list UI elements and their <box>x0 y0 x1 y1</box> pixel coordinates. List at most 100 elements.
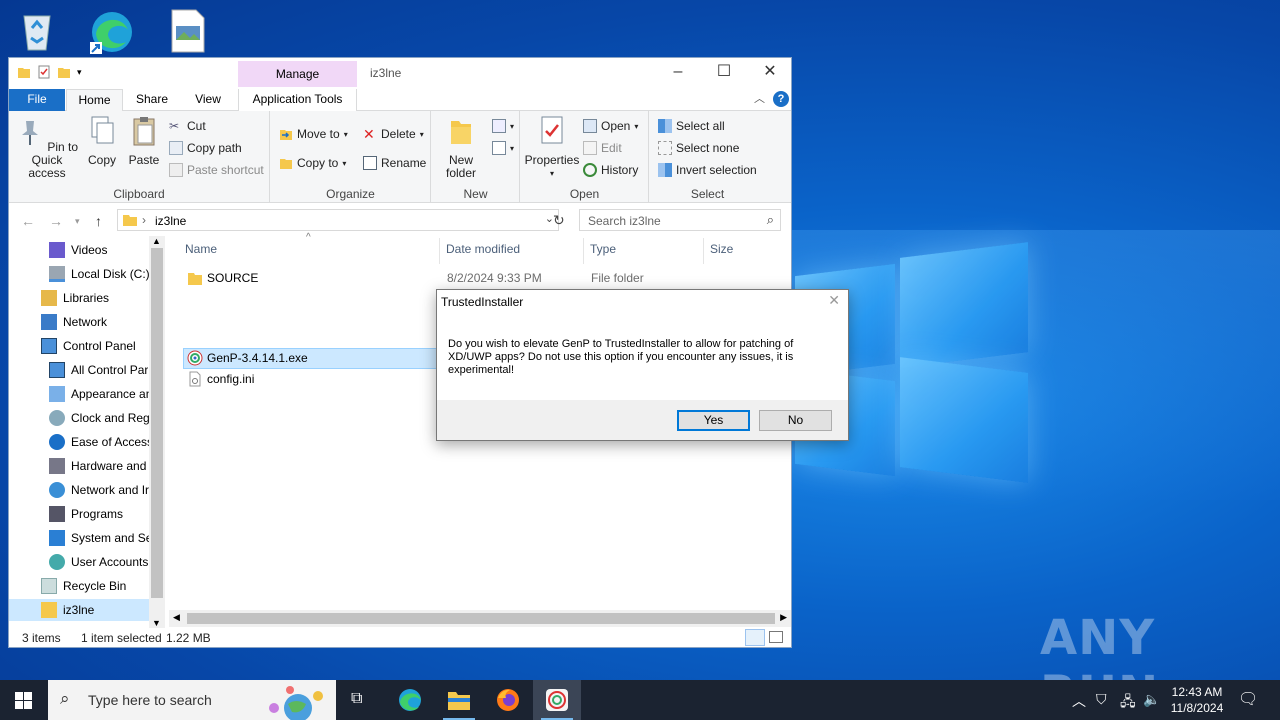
copy-path-button[interactable]: Copy path <box>169 141 242 155</box>
recycle-bin-icon[interactable] <box>14 8 60 54</box>
tab-view[interactable]: View <box>187 89 229 111</box>
nav-item-appearance[interactable]: Appearance an <box>49 383 152 405</box>
recent-locations-chevron-icon[interactable]: ▾ <box>75 216 80 227</box>
column-header-size[interactable]: Size <box>710 242 733 256</box>
tab-file[interactable]: File <box>9 89 65 111</box>
cut-button[interactable]: ✂ Cut <box>169 119 206 133</box>
start-windows-icon[interactable] <box>15 692 32 709</box>
nav-item-iz3lne[interactable]: iz3lne <box>9 599 149 621</box>
taskbar-edge[interactable] <box>386 680 434 720</box>
properties-button[interactable]: Properties ▾ <box>523 115 581 180</box>
invert-selection-button[interactable]: Invert selection <box>658 163 757 177</box>
nav-item-network-internet[interactable]: Network and Ir <box>49 479 149 501</box>
help-icon[interactable]: ? <box>773 91 789 107</box>
history-button[interactable]: History <box>583 163 638 177</box>
delete-button[interactable]: ✕ Delete ▾ <box>363 127 424 141</box>
manage-tab[interactable]: Manage <box>238 61 357 87</box>
easy-access-button[interactable]: ▾ <box>492 141 514 155</box>
copy-to-button[interactable]: Copy to ▾ <box>279 156 346 170</box>
nav-item-control-panel[interactable]: Control Panel <box>41 335 136 357</box>
rename-button[interactable]: Rename <box>363 156 426 170</box>
maximize-button[interactable]: ☐ <box>701 58 747 87</box>
collapse-ribbon-icon[interactable]: ︿ <box>754 90 765 106</box>
nav-item-videos[interactable]: Videos <box>49 239 107 261</box>
nav-item-system-security[interactable]: System and Sec <box>49 527 158 549</box>
network-tray-icon[interactable]: 🖧 <box>1120 691 1136 715</box>
notification-center-icon[interactable]: 🗨 <box>1238 689 1258 709</box>
search-input[interactable]: Search iz3lne <box>588 214 661 228</box>
horizontal-scrollbar[interactable]: ◀ ▶ <box>169 610 791 627</box>
taskbar-file-explorer[interactable] <box>435 680 483 720</box>
show-hidden-icons-chevron-icon[interactable]: ︿ <box>1072 691 1086 711</box>
sort-ascending-icon: ^ <box>306 232 311 243</box>
search-icon[interactable]: ⌕ <box>767 212 774 228</box>
breadcrumb[interactable]: iz3lne <box>155 214 186 228</box>
nav-item-local-disk[interactable]: Local Disk (C:) <box>49 263 150 285</box>
close-button[interactable]: ✕ <box>747 58 793 87</box>
column-header-name[interactable]: Name <box>185 242 217 256</box>
table-row[interactable]: GenP-3.4.14.1.exe <box>183 348 443 369</box>
new-folder-button[interactable]: New folder <box>438 115 484 180</box>
up-arrow-icon[interactable]: ↑ <box>95 213 102 229</box>
tab-home[interactable]: Home <box>66 89 123 111</box>
taskbar-genp[interactable] <box>533 680 581 720</box>
scroll-down-icon[interactable]: ▼ <box>152 618 161 628</box>
properties-icon[interactable] <box>37 65 51 79</box>
nav-item-programs[interactable]: Programs <box>49 503 123 525</box>
nav-item-hardware[interactable]: Hardware and <box>49 455 146 477</box>
new-folder-icon[interactable] <box>57 65 71 79</box>
open-button[interactable]: Open ▾ <box>583 119 638 133</box>
nav-item-recycle-bin[interactable]: Recycle Bin <box>41 575 126 597</box>
pin-quick-access-button[interactable]: Pin to Quick access <box>13 115 81 180</box>
table-row[interactable]: SOURCE 8/2/2024 9:33 PM File folder <box>183 268 783 289</box>
back-arrow-icon[interactable]: ← <box>21 213 35 229</box>
edge-shortcut-icon[interactable] <box>88 8 134 54</box>
column-header-date[interactable]: Date modified <box>446 242 520 256</box>
task-view-button[interactable]: ⧉ <box>336 680 384 720</box>
column-divider[interactable] <box>439 238 440 264</box>
paste-button[interactable]: Paste <box>127 115 161 167</box>
no-button[interactable]: No <box>759 410 832 431</box>
select-all-button[interactable]: Select all <box>658 119 725 133</box>
tab-application-tools[interactable]: Application Tools <box>238 89 357 111</box>
column-divider[interactable] <box>583 238 584 264</box>
tab-share[interactable]: Share <box>131 89 173 111</box>
nav-scrollbar[interactable]: ▲ ▼ <box>149 236 165 628</box>
nav-item-ease-of-access[interactable]: Ease of Access <box>49 431 153 453</box>
scrollbar-thumb[interactable] <box>187 613 775 624</box>
nav-item-all-control-panel[interactable]: All Control Par <box>49 359 148 381</box>
address-bar[interactable]: › iz3lne ⌄ <box>117 209 559 231</box>
dialog-close-icon[interactable]: ✕ <box>828 292 840 309</box>
large-icons-view-icon[interactable] <box>769 631 783 643</box>
edit-button[interactable]: Edit <box>583 141 622 155</box>
move-to-button[interactable]: Move to ▾ <box>279 127 348 141</box>
volume-tray-icon[interactable]: 🔈 <box>1143 691 1160 708</box>
yes-button[interactable]: Yes <box>677 410 750 431</box>
taskbar-firefox[interactable] <box>484 680 532 720</box>
nav-item-libraries[interactable]: Libraries <box>41 287 109 309</box>
paste-shortcut-button[interactable]: Paste shortcut <box>169 163 264 177</box>
scroll-right-icon[interactable]: ▶ <box>780 612 787 623</box>
taskbar-clock[interactable]: 12:43 AM 11/8/2024 <box>1168 684 1226 716</box>
search-box[interactable]: Search iz3lne ⌕ <box>579 209 781 231</box>
new-item-button[interactable]: ▾ <box>492 119 514 133</box>
image-file-icon[interactable] <box>164 8 210 54</box>
taskbar-search-box[interactable]: ⌕ Type here to search <box>48 680 336 720</box>
forward-arrow-icon[interactable]: → <box>49 213 63 229</box>
nav-item-clock-region[interactable]: Clock and Regi <box>49 407 152 429</box>
scrollbar-thumb[interactable] <box>151 248 163 598</box>
scroll-up-icon[interactable]: ▲ <box>152 236 161 246</box>
copy-button[interactable]: Copy <box>85 115 119 167</box>
refresh-icon[interactable]: ↻ <box>553 212 565 229</box>
nav-item-network[interactable]: Network <box>41 311 107 333</box>
column-header-type[interactable]: Type <box>590 242 616 256</box>
search-input[interactable]: Type here to search <box>88 692 212 708</box>
minimize-button[interactable]: – <box>655 58 701 87</box>
scroll-left-icon[interactable]: ◀ <box>173 612 180 623</box>
select-none-button[interactable]: Select none <box>658 141 739 155</box>
customize-qat-chevron-icon[interactable]: ▾ <box>77 67 82 78</box>
security-tray-icon[interactable]: ⛉ <box>1096 691 1107 708</box>
column-divider[interactable] <box>703 238 704 264</box>
details-view-icon[interactable] <box>745 629 765 646</box>
nav-item-user-accounts[interactable]: User Accounts <box>49 551 148 573</box>
